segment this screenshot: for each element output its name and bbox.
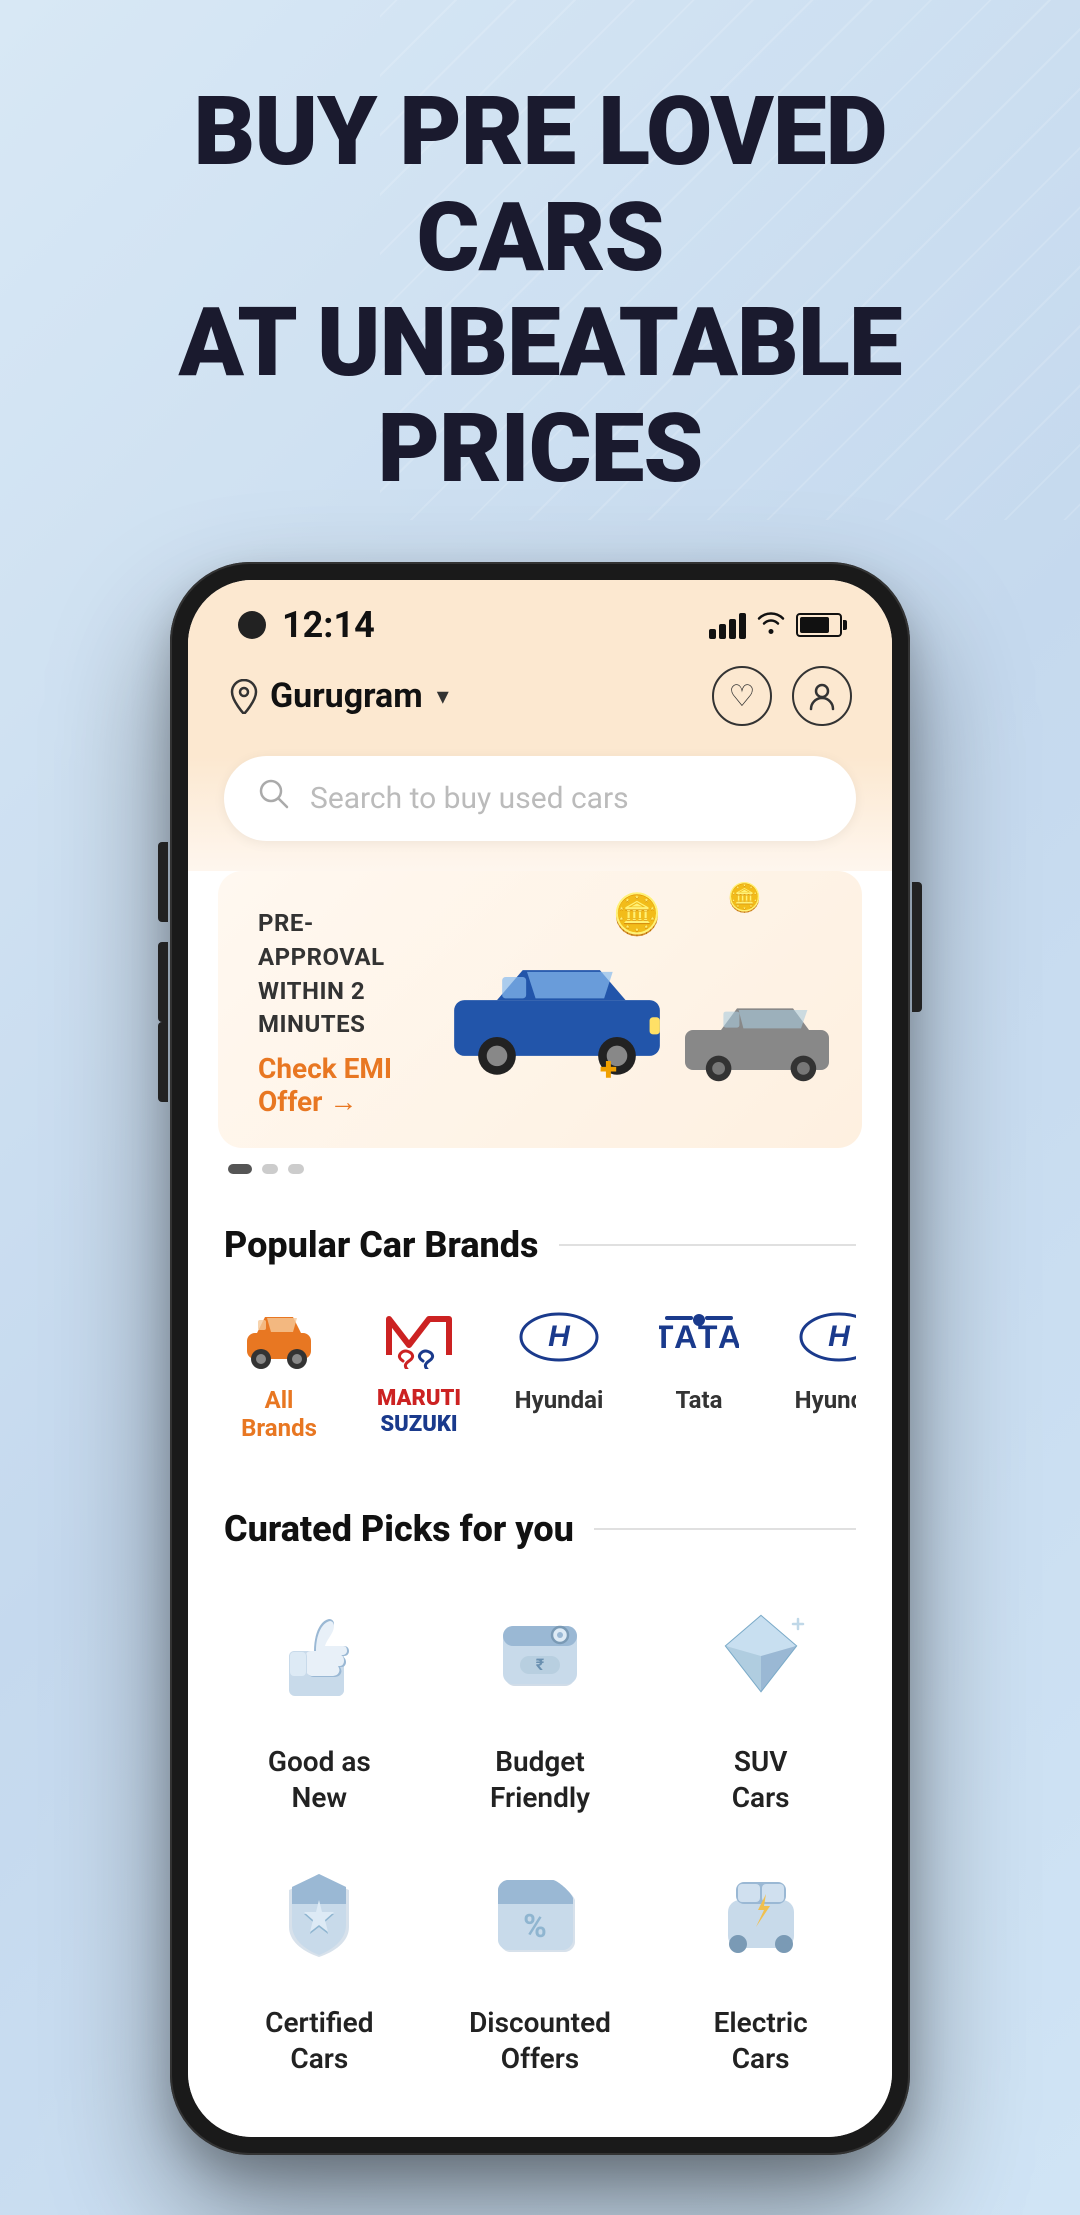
suv-icon-bg: [691, 1586, 831, 1726]
hyundai-logo-2: H: [794, 1302, 856, 1372]
coin-decoration: 🪙: [612, 891, 662, 938]
curated-item-certified[interactable]: CertifiedCars: [224, 1847, 415, 2078]
banner-dot-3[interactable]: [288, 1164, 304, 1174]
brand-item-maruti[interactable]: MARUTI SUZUKI: [364, 1302, 474, 1442]
search-section: Search to buy used cars: [188, 756, 892, 871]
tata-label: Tata: [676, 1386, 723, 1414]
bottom-spacer: [188, 2097, 892, 2137]
hero-title: BUY PRE LOVED CARS AT UNBEATABLE PRICES: [60, 80, 1020, 502]
app-header: Gurugram ▾ ♡: [188, 656, 892, 756]
hyundai-h-icon: H: [519, 1312, 599, 1362]
popular-brands-title: Popular Car Brands: [224, 1224, 539, 1266]
front-camera: [238, 611, 266, 639]
signal-bars-icon: [709, 611, 746, 639]
profile-icon: [807, 681, 837, 711]
location-selector[interactable]: Gurugram ▾: [228, 676, 449, 716]
search-bar[interactable]: Search to buy used cars: [224, 756, 856, 841]
search-placeholder: Search to buy used cars: [310, 781, 824, 816]
brand-item-tata[interactable]: TATA Tata: [644, 1302, 754, 1442]
curated-item-electric[interactable]: ElectricCars: [665, 1847, 856, 2078]
good-as-new-icon-bg: [249, 1586, 389, 1726]
budget-icon-bg: ₹: [470, 1586, 610, 1726]
brand-item-all[interactable]: All Brands: [224, 1302, 334, 1442]
curated-item-budget[interactable]: ₹ BudgetFriendly: [445, 1586, 636, 1817]
banner-cta-button[interactable]: Check EMI Offer →: [258, 1052, 437, 1118]
suv-cars-icon: [706, 1601, 816, 1711]
banner-subtitle: PRE-APPROVALWITHIN 2 MINUTES: [258, 907, 437, 1041]
maruti-suzuki-icon: [379, 1305, 459, 1369]
phone-frame: 12:14: [170, 562, 910, 2155]
maruti-label: MARUTI SUZUKI: [377, 1386, 461, 1439]
brand-item-hyundai-1[interactable]: H Hyundai: [504, 1302, 614, 1442]
all-brands-car-icon: [239, 1305, 319, 1369]
location-pin-icon: [228, 678, 260, 714]
wishlist-button[interactable]: ♡: [712, 666, 772, 726]
hyundai-label-1: Hyundai: [515, 1386, 604, 1414]
banner-card[interactable]: PRE-APPROVALWITHIN 2 MINUTES Check EMI O…: [218, 871, 862, 1147]
plus-decoration: +: [600, 1050, 617, 1088]
curated-item-discount[interactable]: % DiscountedOffers: [445, 1847, 636, 2078]
svg-text:H: H: [548, 1320, 571, 1353]
section-divider: [559, 1244, 857, 1246]
svg-text:₹: ₹: [536, 1655, 545, 1674]
banner-section: PRE-APPROVALWITHIN 2 MINUTES Check EMI O…: [188, 871, 892, 1183]
blue-suv-icon: [437, 948, 677, 1078]
popular-brands-section: Popular Car Brands: [188, 1184, 892, 1472]
search-icon: [256, 776, 292, 821]
hyundai-label-2: Hyundai: [795, 1386, 856, 1414]
banner-text: PRE-APPROVALWITHIN 2 MINUTES Check EMI O…: [258, 907, 437, 1117]
curated-picks-title: Curated Picks for you: [224, 1508, 574, 1550]
banner-dot-1[interactable]: [228, 1164, 252, 1174]
status-bar: 12:14: [188, 580, 892, 656]
banner-dot-2[interactable]: [262, 1164, 278, 1174]
curated-item-good-as-new[interactable]: Good asNew: [224, 1586, 415, 1817]
status-icons: [709, 609, 842, 642]
chevron-down-icon: ▾: [437, 682, 449, 710]
curated-picks-section: Curated Picks for you: [188, 1472, 892, 2098]
banner-dots: [188, 1148, 892, 1174]
hero-section: BUY PRE LOVED CARS AT UNBEATABLE PRICES: [0, 0, 1080, 542]
tata-logo: TATA: [654, 1302, 744, 1372]
banner-cars: [437, 948, 822, 1078]
budget-friendly-label: BudgetFriendly: [490, 1744, 590, 1817]
status-time: 12:14: [282, 604, 375, 646]
certified-label: CertifiedCars: [265, 2005, 373, 2078]
phone-mockup: 12:14: [0, 542, 1080, 2215]
all-brands-logo: [234, 1302, 324, 1372]
curated-item-suv[interactable]: SUVCars: [665, 1586, 856, 1817]
header-actions: ♡: [712, 666, 852, 726]
electric-label: ElectricCars: [714, 2005, 808, 2078]
curated-picks-header: Curated Picks for you: [224, 1508, 856, 1550]
phone-screen: 12:14: [188, 580, 892, 2137]
budget-friendly-icon: ₹: [485, 1601, 595, 1711]
electric-cars-icon: [706, 1862, 816, 1972]
hyundai-h-icon-2: H: [799, 1312, 856, 1362]
curated-divider: [594, 1528, 856, 1530]
discount-icon-bg: %: [470, 1847, 610, 1987]
discount-offers-icon: %: [485, 1862, 595, 1972]
brands-row: All Brands: [224, 1302, 856, 1452]
popular-brands-header: Popular Car Brands: [224, 1224, 856, 1266]
good-as-new-label: Good asNew: [268, 1744, 371, 1817]
hyundai-logo-1: H: [514, 1302, 604, 1372]
svg-text:H: H: [828, 1320, 851, 1353]
electric-icon-bg: [691, 1847, 831, 1987]
good-as-new-icon: [264, 1601, 374, 1711]
curated-grid: Good asNew: [224, 1586, 856, 2078]
location-city: Gurugram: [270, 676, 423, 716]
certified-icon-bg: [249, 1847, 389, 1987]
profile-button[interactable]: [792, 666, 852, 726]
tata-icon: TATA: [659, 1312, 739, 1362]
all-brands-label: All Brands: [224, 1386, 334, 1442]
svg-text:%: %: [523, 1907, 547, 1945]
brand-item-hyundai-2[interactable]: H Hyundai: [784, 1302, 856, 1442]
certified-cars-icon: [264, 1862, 374, 1972]
battery-icon: [796, 613, 842, 637]
maruti-logo: [374, 1302, 464, 1372]
wifi-icon: [756, 609, 786, 642]
coin-decoration-2: 🪙: [727, 881, 762, 914]
suv-cars-label: SUVCars: [732, 1744, 790, 1817]
discount-label: DiscountedOffers: [469, 2005, 611, 2078]
grey-sedan-icon: [677, 993, 837, 1083]
